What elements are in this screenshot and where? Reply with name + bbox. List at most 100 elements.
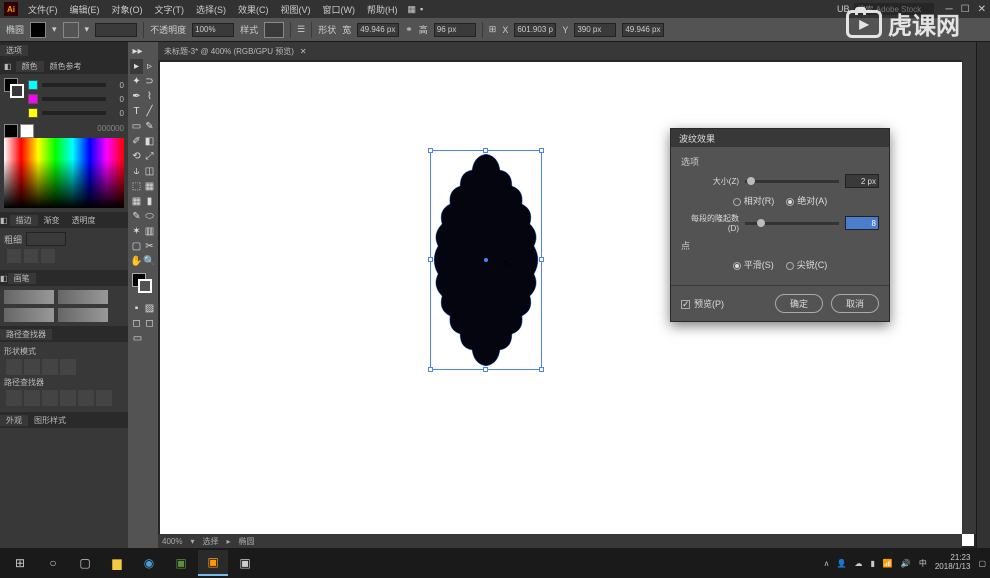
curvature-tool[interactable]: ⌇ <box>143 89 156 104</box>
width-input[interactable] <box>357 23 399 37</box>
divide-icon[interactable] <box>6 390 22 406</box>
extra-input[interactable] <box>622 23 664 37</box>
cap-round-icon[interactable] <box>24 249 38 263</box>
slice-tool[interactable]: ✂ <box>143 239 156 254</box>
color-mode-icon[interactable]: ▪ <box>130 301 143 316</box>
search-input[interactable] <box>854 3 934 15</box>
line-tool[interactable]: ╱ <box>143 104 156 119</box>
unite-icon[interactable] <box>6 359 22 375</box>
scale-tool[interactable]: ⤢ <box>143 149 156 164</box>
app-icon-1[interactable]: ▣ <box>166 550 196 576</box>
artboard-tool[interactable]: ▢ <box>130 239 143 254</box>
tray-cloud-icon[interactable]: ☁ <box>855 559 863 568</box>
minus-front-icon[interactable] <box>24 359 40 375</box>
shape-builder-tool[interactable]: ⬚ <box>130 179 143 194</box>
scrollbar-vertical[interactable] <box>962 60 976 534</box>
blend-tool[interactable]: ⬭ <box>143 209 156 224</box>
cortana-icon[interactable]: ○ <box>38 550 68 576</box>
notification-icon[interactable]: ▢ <box>978 559 986 568</box>
brush-preset[interactable] <box>4 308 54 322</box>
c-value[interactable]: 0 <box>110 81 124 90</box>
handle-top-right[interactable] <box>539 148 544 153</box>
menu-window[interactable]: 窗口(W) <box>317 3 362 16</box>
collapse-icon[interactable]: ▸▸ <box>130 44 145 59</box>
x-input[interactable] <box>514 23 556 37</box>
merge-icon[interactable] <box>42 390 58 406</box>
menu-view[interactable]: 视图(V) <box>275 3 317 16</box>
exclude-icon[interactable] <box>60 359 76 375</box>
size-slider[interactable] <box>745 180 839 183</box>
style-dropdown[interactable] <box>264 22 284 38</box>
rectangle-tool[interactable]: ▭ <box>130 119 143 134</box>
hand-tool[interactable]: ✋ <box>130 254 143 269</box>
ridges-input[interactable] <box>845 216 879 230</box>
tray-ime-icon[interactable]: 中 <box>919 558 927 569</box>
cancel-button[interactable]: 取消 <box>831 294 879 313</box>
draw-normal-icon[interactable]: ◻ <box>130 316 143 331</box>
zoom-level[interactable]: 400% <box>162 537 182 546</box>
rotate-tool[interactable]: ⟲ <box>130 149 143 164</box>
panel-tab-pathfinder[interactable]: 路径查找器 <box>0 329 52 340</box>
fill-swatch[interactable] <box>30 22 46 38</box>
menu-help[interactable]: 帮助(H) <box>361 3 404 16</box>
start-button[interactable]: ⊞ <box>4 550 36 576</box>
pen-tool[interactable]: ✒ <box>130 89 143 104</box>
paintbrush-tool[interactable]: ✎ <box>143 119 156 134</box>
stroke-large[interactable] <box>20 124 34 138</box>
cap-square-icon[interactable] <box>41 249 55 263</box>
handle-bottom-center[interactable] <box>483 367 488 372</box>
y-value[interactable]: 0 <box>110 109 124 118</box>
width-tool[interactable]: ⫝ <box>130 164 143 179</box>
graph-tool[interactable]: ▥ <box>143 224 156 239</box>
weight-input[interactable] <box>26 232 66 246</box>
ref-point-icon[interactable]: ⊞ <box>489 24 497 35</box>
mesh-tool[interactable]: ▦ <box>130 194 143 209</box>
brush-preset[interactable] <box>58 290 108 304</box>
document-tab[interactable]: 未标题-3* @ 400% (RGB/GPU 预览) <box>164 46 294 57</box>
app-icon-2[interactable]: ▣ <box>230 550 260 576</box>
close-tab-icon[interactable]: ✕ <box>300 47 307 56</box>
absolute-radio[interactable]: 绝对(A) <box>786 194 827 207</box>
handle-mid-right[interactable] <box>539 257 544 262</box>
perspective-tool[interactable]: ▦ <box>143 179 156 194</box>
gradient-tool[interactable]: ▮ <box>143 194 156 209</box>
handle-top-center[interactable] <box>483 148 488 153</box>
direct-selection-tool[interactable]: ▹ <box>143 59 156 74</box>
window-close[interactable]: ✕ <box>978 4 986 15</box>
menu-edit[interactable]: 编辑(E) <box>64 3 106 16</box>
tray-battery-icon[interactable]: ▮ <box>871 559 875 568</box>
window-maximize[interactable]: ☐ <box>961 4 970 15</box>
gradient-mode-icon[interactable]: ▨ <box>143 301 156 316</box>
handle-bottom-right[interactable] <box>539 367 544 372</box>
window-minimize[interactable]: ─ <box>946 4 953 15</box>
chevron-down-icon[interactable]: ▾ <box>85 24 90 35</box>
y-input[interactable] <box>574 23 616 37</box>
stroke-swatch[interactable] <box>63 22 79 38</box>
cap-butt-icon[interactable] <box>7 249 21 263</box>
m-value[interactable]: 0 <box>110 95 124 104</box>
panel-tab-color[interactable]: 颜色 <box>16 61 44 72</box>
fill-large[interactable] <box>4 124 18 138</box>
handle-bottom-left[interactable] <box>428 367 433 372</box>
eyedropper-tool[interactable]: ✎ <box>130 209 143 224</box>
menu-type[interactable]: 文字(T) <box>149 3 191 16</box>
browser-icon[interactable]: ◉ <box>134 550 164 576</box>
shaper-tool[interactable]: ✐ <box>130 134 143 149</box>
link-icon[interactable]: ⚭ <box>405 24 413 35</box>
ok-button[interactable]: 确定 <box>775 294 823 313</box>
lasso-tool[interactable]: ⊃ <box>143 74 156 89</box>
panel-tab-gradient[interactable]: 渐变 <box>38 215 66 226</box>
tray-volume-icon[interactable]: 🔊 <box>901 559 911 568</box>
bounding-box[interactable] <box>430 150 542 370</box>
task-view-icon[interactable]: ▢ <box>70 550 100 576</box>
align-icon[interactable]: ☰ <box>297 24 305 35</box>
type-tool[interactable]: T <box>130 104 143 119</box>
magic-wand-tool[interactable]: ✦ <box>130 74 143 89</box>
outline-icon[interactable] <box>78 390 94 406</box>
dialog-title[interactable]: 波纹效果 <box>671 129 889 147</box>
stroke-weight-input[interactable] <box>95 23 137 37</box>
corner-radio[interactable]: 尖锐(C) <box>786 258 828 271</box>
ridges-slider[interactable] <box>745 222 839 225</box>
panel-tab-selection[interactable]: 选项 <box>0 45 28 56</box>
panel-tab-appearance[interactable]: 外观 <box>0 415 28 426</box>
